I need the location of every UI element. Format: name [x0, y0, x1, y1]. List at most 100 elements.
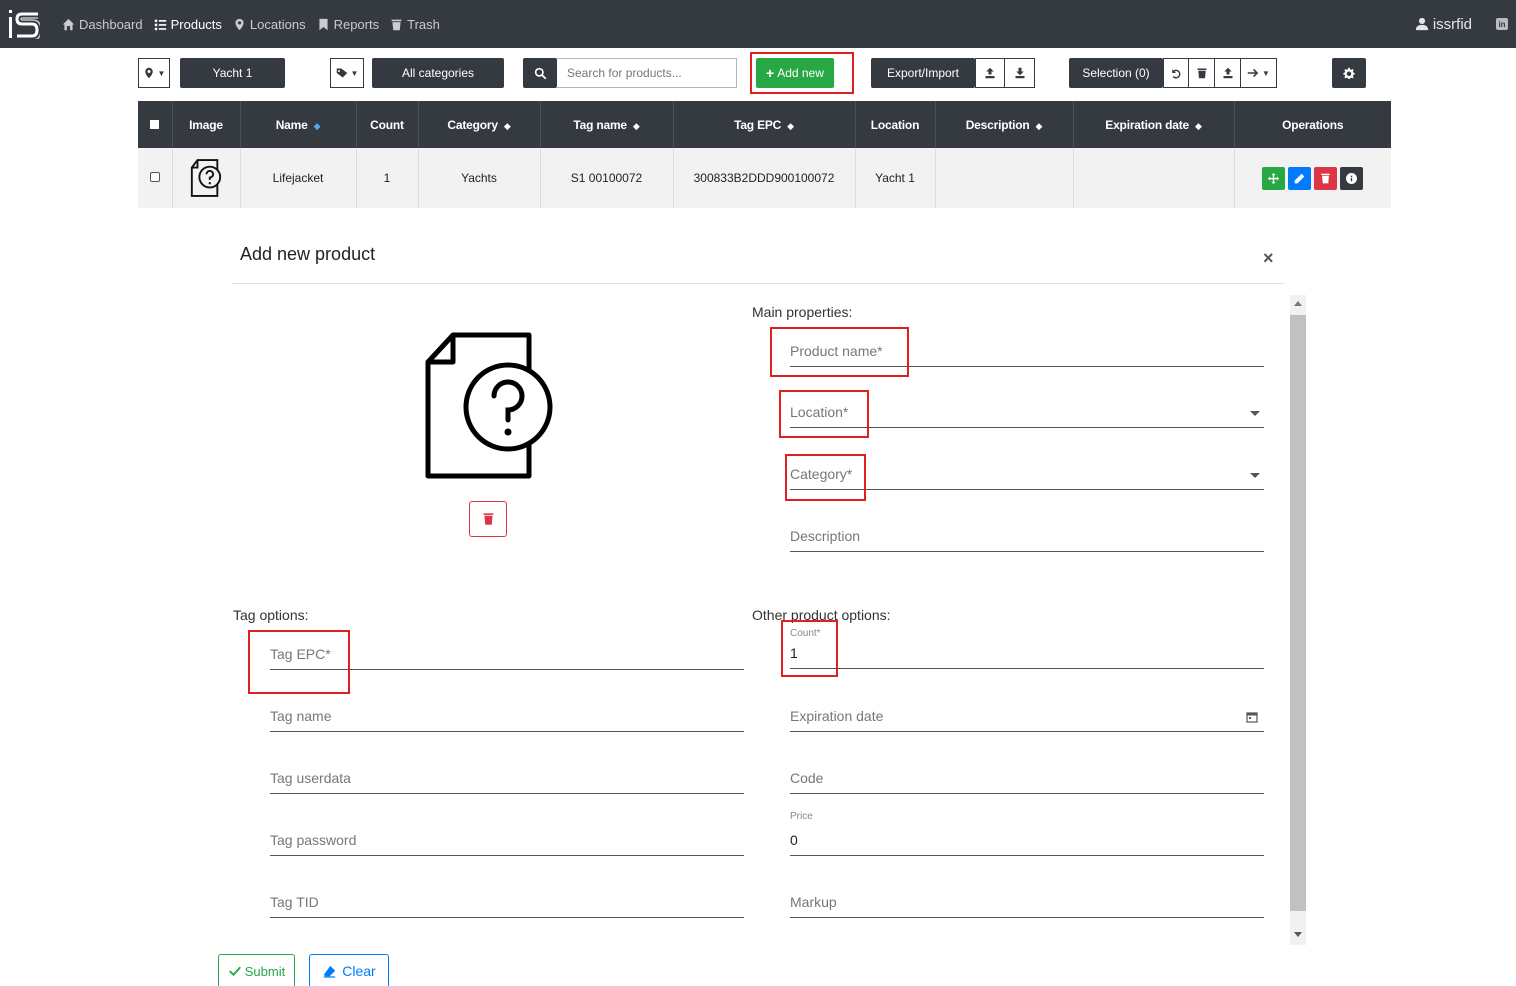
- edit-button[interactable]: [1288, 166, 1312, 190]
- scroll-up-icon[interactable]: [1294, 301, 1302, 306]
- delete-selection-button[interactable]: [1189, 58, 1215, 88]
- row-location: Yacht 1: [855, 148, 936, 208]
- search-group: [523, 58, 737, 88]
- code-field[interactable]: Code: [790, 754, 1264, 794]
- header-count: Count: [356, 101, 419, 148]
- product-image-placeholder-icon: [425, 332, 553, 479]
- tag-name-field[interactable]: Tag name: [270, 692, 744, 732]
- tag-epc-placeholder: Tag EPC*: [270, 646, 331, 662]
- markup-field[interactable]: Markup: [790, 878, 1264, 918]
- upload-selection-button[interactable]: [1215, 58, 1241, 88]
- location-filter-toggle[interactable]: ▼: [138, 58, 170, 88]
- header-expiration-label: Expiration date: [1105, 117, 1189, 132]
- nav-trash-label: Trash: [407, 16, 440, 32]
- add-new-button[interactable]: + Add new: [756, 58, 834, 88]
- tag-password-field[interactable]: Tag password: [270, 816, 744, 856]
- submit-label: Submit: [244, 963, 286, 979]
- sort-icon: ◆: [787, 120, 794, 131]
- other-options-label: Other product options:: [752, 607, 891, 623]
- chevron-down-icon: ▼: [350, 68, 359, 78]
- linkedin-icon[interactable]: in: [1496, 18, 1508, 30]
- clear-button[interactable]: Clear: [309, 954, 389, 986]
- price-field[interactable]: Price 0: [790, 811, 1264, 856]
- app-logo[interactable]: [8, 9, 40, 39]
- location-field[interactable]: Location*: [790, 388, 1264, 428]
- tag-epc-field[interactable]: Tag EPC*: [270, 630, 744, 670]
- nav-reports[interactable]: Reports: [317, 17, 379, 32]
- nav-right: issrfid in: [1415, 0, 1508, 48]
- header-description[interactable]: Description ◆: [935, 101, 1074, 148]
- tag-password-placeholder: Tag password: [270, 832, 357, 848]
- category-select[interactable]: All categories: [372, 58, 504, 88]
- map-marker-icon: [235, 18, 244, 30]
- unknown-file-icon: [190, 159, 222, 197]
- search-input[interactable]: [557, 58, 737, 88]
- count-value: 1: [790, 645, 798, 661]
- header-tag-epc[interactable]: Tag EPC ◆: [673, 101, 856, 148]
- count-field[interactable]: Count* 1: [790, 628, 1264, 669]
- header-tag-name[interactable]: Tag name ◆: [540, 101, 674, 148]
- scroll-down-icon[interactable]: [1294, 932, 1302, 937]
- tag-tid-placeholder: Tag TID: [270, 894, 319, 910]
- nav-links: Dashboard Products Locations Reports Tra…: [62, 0, 440, 48]
- header-name[interactable]: Name ◆: [240, 101, 357, 148]
- operations-buttons: [1262, 166, 1364, 190]
- scrollbar-thumb[interactable]: [1290, 315, 1306, 911]
- undo-icon: [1172, 69, 1181, 79]
- header-image: Image: [172, 101, 241, 148]
- row-category: Yachts: [418, 148, 541, 208]
- nav-trash[interactable]: Trash: [390, 17, 440, 32]
- header-location: Location: [855, 101, 936, 148]
- trash-icon: [1321, 173, 1330, 183]
- search-button[interactable]: [523, 58, 557, 88]
- header-category[interactable]: Category ◆: [418, 101, 541, 148]
- arrows-move-icon: [1268, 172, 1280, 184]
- location-select[interactable]: Yacht 1: [180, 58, 285, 88]
- settings-button[interactable]: [1332, 58, 1366, 88]
- close-icon[interactable]: ×: [1263, 248, 1274, 269]
- sort-icon: ◆: [1035, 120, 1043, 131]
- expiration-date-field[interactable]: Expiration date: [790, 692, 1264, 732]
- remove-image-button[interactable]: [469, 501, 507, 537]
- move-selection-button[interactable]: ▼: [1241, 58, 1277, 88]
- markup-placeholder: Markup: [790, 894, 837, 910]
- export-button[interactable]: [975, 58, 1005, 88]
- category-field[interactable]: Category*: [790, 450, 1264, 490]
- gear-icon: [1343, 67, 1355, 79]
- header-tag-epc-label: Tag EPC: [734, 117, 782, 132]
- tag-userdata-field[interactable]: Tag userdata: [270, 754, 744, 794]
- undo-selection-button[interactable]: [1163, 58, 1189, 88]
- row-operations: [1234, 148, 1391, 208]
- delete-button[interactable]: [1314, 166, 1338, 190]
- nav-locations[interactable]: Locations: [233, 17, 306, 32]
- user-menu[interactable]: issrfid: [1415, 16, 1472, 33]
- row-count: 1: [356, 148, 419, 208]
- trash-icon: [1197, 68, 1206, 79]
- category-filter: ▼ All categories: [330, 58, 504, 88]
- product-name-field[interactable]: Product name*: [790, 327, 1264, 367]
- nav-products[interactable]: Products: [154, 17, 222, 32]
- code-placeholder: Code: [790, 770, 824, 786]
- tag-name-placeholder: Tag name: [270, 708, 332, 724]
- user-icon: [1415, 17, 1428, 31]
- tag-tid-field[interactable]: Tag TID: [270, 878, 744, 918]
- calendar-icon[interactable]: [1246, 711, 1258, 723]
- import-button[interactable]: [1005, 58, 1035, 88]
- chevron-down-icon: ▼: [1262, 68, 1270, 78]
- move-button[interactable]: [1262, 166, 1286, 190]
- select-all-checkbox[interactable]: [138, 101, 173, 148]
- selection-group: Selection (0) ▼: [1069, 58, 1277, 88]
- row-checkbox[interactable]: [138, 148, 173, 208]
- submit-button[interactable]: Submit: [218, 954, 295, 986]
- export-import-group: Export/Import: [871, 58, 1035, 88]
- category-filter-toggle[interactable]: ▼: [330, 58, 364, 88]
- header-expiration-date[interactable]: Expiration date ◆: [1073, 101, 1235, 148]
- nav-dashboard[interactable]: Dashboard: [62, 17, 143, 32]
- nav-dashboard-label: Dashboard: [79, 16, 143, 32]
- info-button[interactable]: [1340, 166, 1364, 190]
- description-field[interactable]: Description: [790, 512, 1264, 552]
- trash-icon: [483, 513, 493, 525]
- upload-icon: [985, 67, 995, 79]
- products-table: Image Name ◆ Count Category ◆ Tag name ◆ Ta…: [138, 101, 1391, 208]
- table-header-row: Image Name ◆ Count Category ◆ Tag name ◆ Ta…: [138, 101, 1391, 148]
